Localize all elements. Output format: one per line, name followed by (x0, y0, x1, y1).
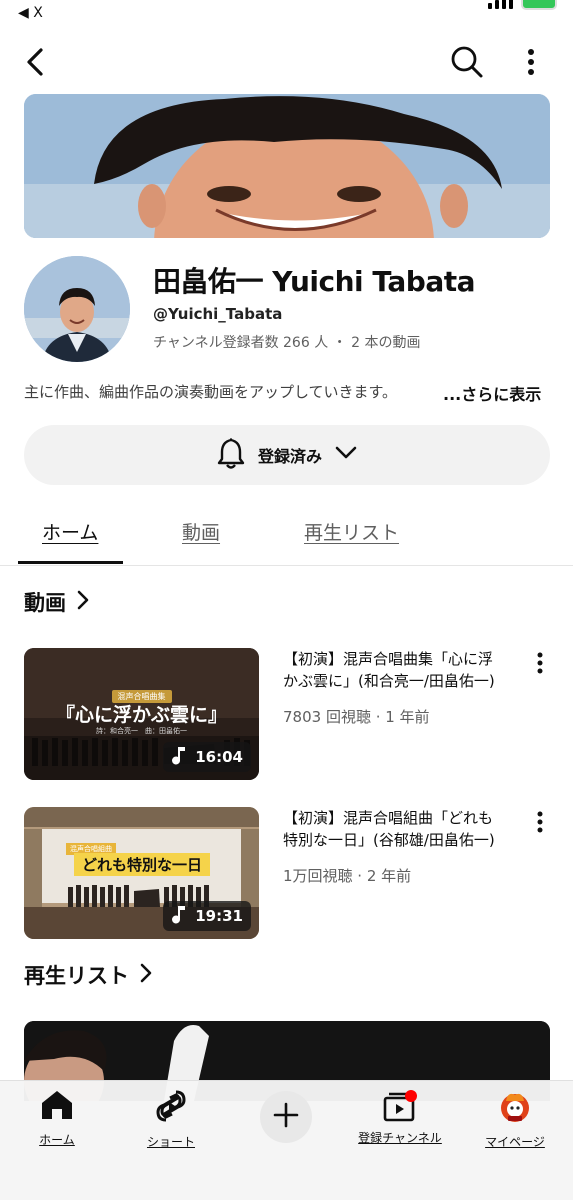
video-more-icon[interactable] (536, 652, 550, 676)
video-item[interactable]: 混声合唱曲集 『心に浮かぶ雲に』 詩：和合亮一 曲：田畠佑一 16:04 【初演… (24, 648, 550, 780)
nav-home-label: ホーム (39, 1133, 75, 1147)
battery-icon (521, 0, 557, 10)
active-tab-indicator (18, 561, 123, 564)
subscribed-button[interactable]: 登録済み (24, 425, 550, 485)
channel-handle: @Yuichi_Tabata (153, 305, 283, 323)
subscribed-label: 登録済み (257, 447, 322, 466)
create-icon (272, 1101, 300, 1133)
create-button[interactable] (260, 1091, 312, 1143)
video-duration: 19:31 (195, 907, 243, 925)
back-icon[interactable] (18, 44, 54, 80)
channel-banner (24, 94, 550, 238)
nav-my-page-label: マイページ (485, 1135, 545, 1149)
video-thumbnail[interactable]: 混声合唱曲集 『心に浮かぶ雲に』 詩：和合亮一 曲：田畠佑一 16:04 (24, 648, 259, 780)
status-indicators (488, 0, 557, 10)
video-title[interactable]: 【初演】混声合唱曲集「心に浮かぶ雲に」(和合亮一/田畠佑一) (283, 648, 503, 692)
tab-home[interactable]: ホーム (42, 518, 98, 545)
status-bar: ◀ X (0, 0, 573, 30)
video-duration-badge: 19:31 (163, 901, 251, 931)
thumbnail-title: どれも特別な一日 (74, 853, 211, 876)
show-more-link[interactable]: ...さらに表示 (443, 381, 541, 405)
nav-subscriptions[interactable]: 登録チャンネル (350, 1089, 450, 1146)
videos-section-header[interactable]: 動画 (24, 587, 90, 617)
playlists-section-header[interactable]: 再生リスト (24, 960, 153, 990)
chevron-right-icon (139, 962, 153, 989)
search-icon[interactable] (447, 44, 487, 80)
tab-playlists[interactable]: 再生リスト (304, 518, 399, 545)
video-meta: 7803 回視聴 · 1 年前 (283, 708, 430, 726)
channel-stats: チャンネル登録者数 266 人 ・ 2 本の動画 (153, 335, 421, 351)
music-note-icon (171, 904, 187, 928)
tab-videos[interactable]: 動画 (182, 518, 220, 545)
video-duration: 16:04 (195, 748, 243, 766)
bottom-navigation: ホーム ショート 登録チャンネル マイページ (0, 1080, 573, 1200)
video-more-icon[interactable] (536, 811, 550, 835)
video-item[interactable]: 混声合唱組曲 どれも特別な一日 19:31 【初演】混声合唱組曲「どれも特別な一… (24, 807, 550, 939)
thumbnail-credits: 詩：和合亮一 曲：田畠佑一 (96, 727, 187, 735)
videos-section-title: 動画 (24, 591, 66, 615)
bell-icon (216, 437, 246, 473)
shorts-icon (156, 1089, 186, 1127)
more-options-icon[interactable] (516, 44, 546, 80)
channel-tabs: ホーム 動画 再生リスト (0, 500, 573, 566)
channel-name: 田畠佑一 Yuichi Tabata (153, 265, 476, 298)
music-note-icon (171, 745, 187, 769)
nav-home[interactable]: ホーム (7, 1089, 107, 1148)
channel-avatar[interactable] (24, 256, 130, 362)
signal-icon (488, 0, 513, 9)
status-back-to-app[interactable]: ◀ X (18, 5, 43, 21)
thumbnail-title: 『心に浮かぶ雲に』 (55, 704, 227, 726)
video-title[interactable]: 【初演】混声合唱組曲「どれも特別な一日」(谷郁雄/田畠佑一) (283, 807, 503, 851)
video-thumbnail[interactable]: 混声合唱組曲 どれも特別な一日 19:31 (24, 807, 259, 939)
home-icon (40, 1089, 74, 1125)
nav-shorts-label: ショート (146, 1135, 195, 1149)
avatar-icon (498, 1089, 532, 1127)
nav-shorts[interactable]: ショート (121, 1089, 221, 1150)
nav-my-page[interactable]: マイページ (465, 1089, 565, 1150)
playlists-section-title: 再生リスト (24, 964, 129, 988)
subscriptions-icon (382, 1089, 418, 1123)
video-meta: 1万回視聴 · 2 年前 (283, 867, 412, 885)
channel-description[interactable]: 主に作曲、編曲作品の演奏動画をアップしていきます。 (24, 381, 397, 402)
top-app-bar (0, 38, 573, 88)
chevron-down-icon (334, 445, 358, 465)
video-duration-badge: 16:04 (163, 742, 251, 772)
chevron-right-icon (76, 589, 90, 616)
nav-subscriptions-label: 登録チャンネル (358, 1131, 442, 1145)
